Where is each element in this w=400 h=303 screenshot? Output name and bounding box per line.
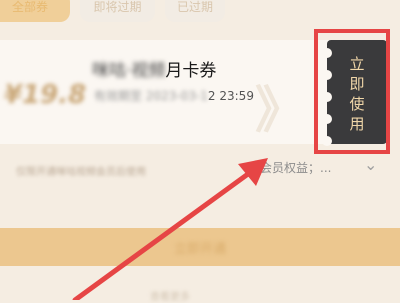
arrow-shaft — [72, 171, 251, 300]
annotation-arrow-icon — [72, 158, 268, 300]
arrow-head — [238, 158, 268, 186]
